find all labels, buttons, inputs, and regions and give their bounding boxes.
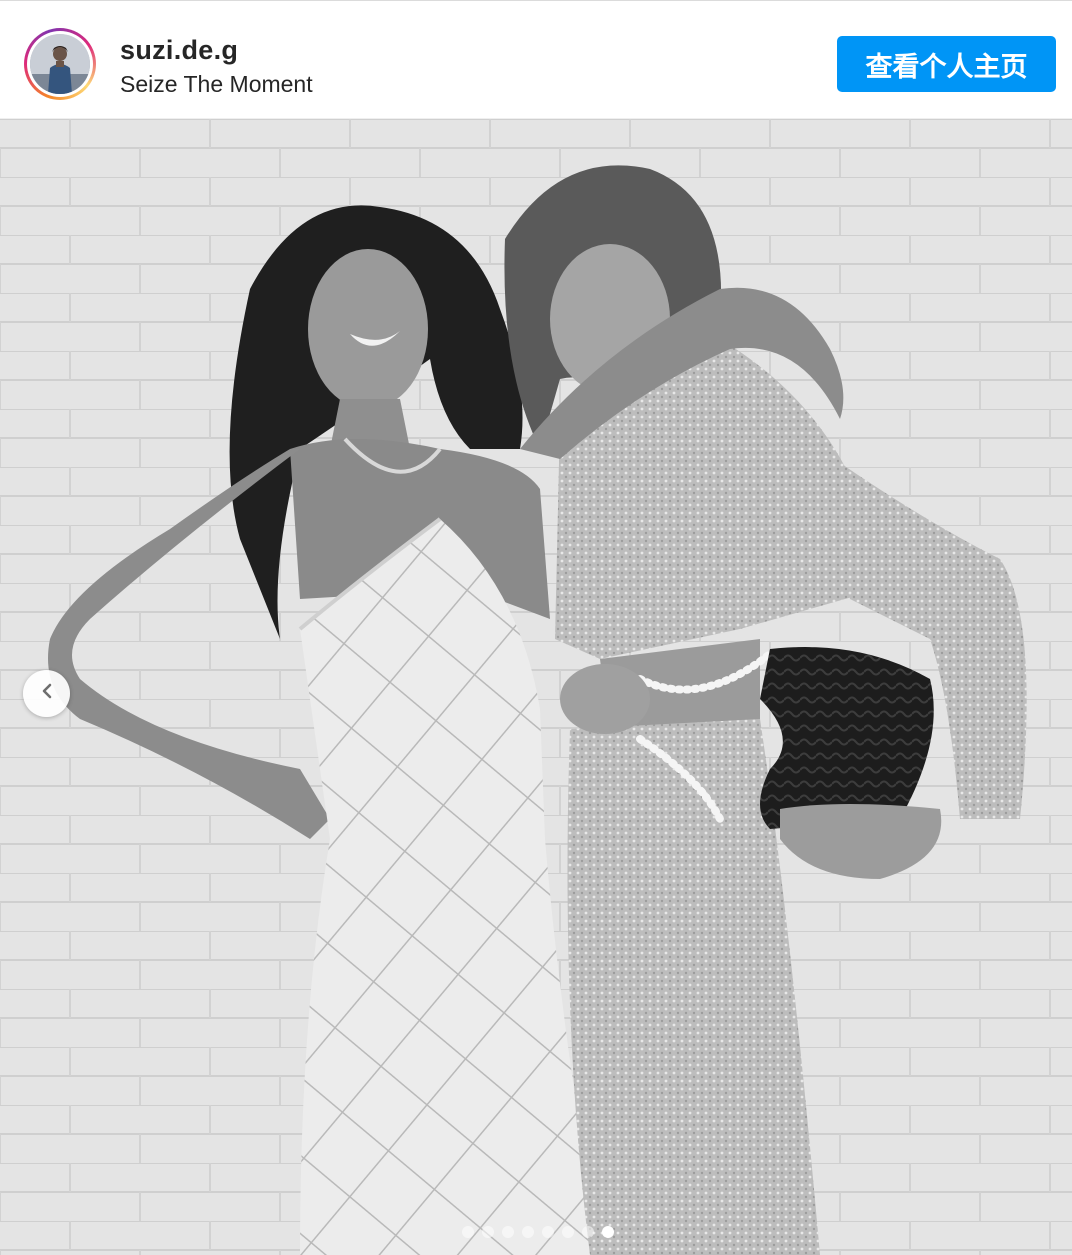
carousel-dot xyxy=(522,1226,534,1238)
post-photo[interactable] xyxy=(0,119,1072,1255)
chevron-left-icon xyxy=(38,682,56,705)
post-header: suzi.de.g Seize The Moment 查看个人主页 xyxy=(0,9,1072,119)
instagram-embed: suzi.de.g Seize The Moment 查看个人主页 xyxy=(0,0,1072,1255)
carousel-indicator xyxy=(462,1226,614,1238)
profile-tagline: Seize The Moment xyxy=(120,71,313,97)
carousel-dot xyxy=(602,1226,614,1238)
carousel-dot xyxy=(502,1226,514,1238)
carousel-dot xyxy=(462,1226,474,1238)
avatar[interactable] xyxy=(30,34,90,94)
view-profile-button[interactable]: 查看个人主页 xyxy=(837,36,1056,92)
carousel-dot xyxy=(562,1226,574,1238)
avatar-story-ring[interactable] xyxy=(24,28,96,100)
carousel-dot xyxy=(582,1226,594,1238)
carousel-prev-button[interactable] xyxy=(23,670,70,717)
username-link[interactable]: suzi.de.g xyxy=(120,35,238,66)
carousel-dot xyxy=(482,1226,494,1238)
carousel-dot xyxy=(542,1226,554,1238)
